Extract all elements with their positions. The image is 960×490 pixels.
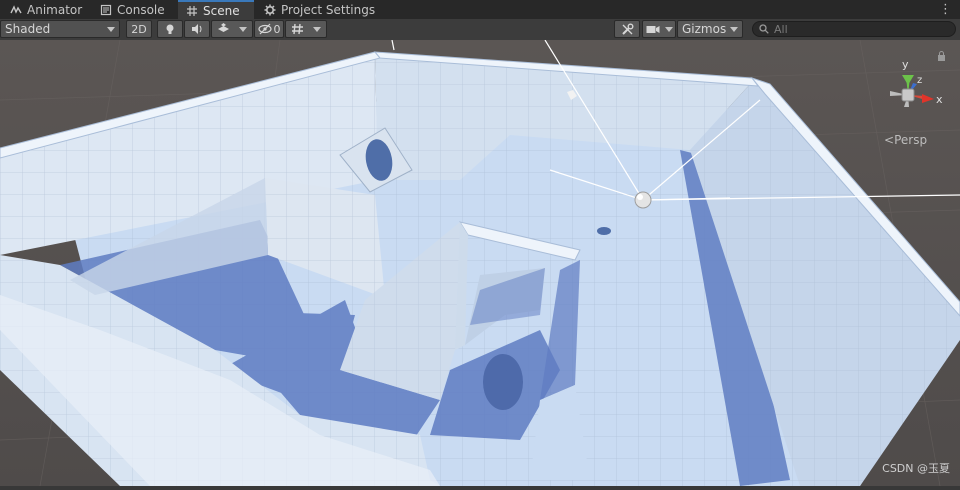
axis-x-label: x <box>936 93 943 106</box>
chevron-down-icon <box>239 26 248 32</box>
scene-toolbar: Shaded 2D 0 Gizmos <box>0 19 960 41</box>
tab-scene[interactable]: Scene <box>178 0 254 19</box>
effects-dropdown[interactable] <box>211 20 253 38</box>
camera-icon <box>646 25 659 33</box>
2d-toggle-button[interactable]: 2D <box>126 20 152 38</box>
speaker-icon <box>191 24 201 34</box>
shading-mode-dropdown[interactable]: Shaded <box>0 20 120 38</box>
scene-visibility-button[interactable]: 0 <box>254 20 284 38</box>
more-options-icon[interactable]: ⋮ <box>939 2 952 17</box>
2d-label: 2D <box>131 22 147 36</box>
tab-project-settings[interactable]: Project Settings <box>256 0 383 19</box>
gizmos-dropdown[interactable]: Gizmos <box>677 20 743 38</box>
tab-label: Project Settings <box>281 2 376 17</box>
grid-toggle-dropdown[interactable] <box>285 20 327 38</box>
persp-label: Persp <box>894 133 928 147</box>
tab-console[interactable]: Console <box>92 0 173 19</box>
search-icon <box>759 24 769 34</box>
camera-settings-dropdown[interactable] <box>642 20 676 38</box>
animator-icon <box>10 4 22 16</box>
hidden-count: 0 <box>273 22 281 36</box>
projection-mode-toggle[interactable]: <Persp <box>884 133 927 147</box>
chevron-down-icon <box>313 26 322 32</box>
tab-bar: Animator Console Scene Project Settings … <box>0 0 960 20</box>
grid-hash-icon <box>291 23 303 35</box>
lighting-toggle-button[interactable] <box>157 20 183 38</box>
shading-mode-label: Shaded <box>5 22 51 36</box>
gear-icon <box>264 4 276 16</box>
layers-effects-icon <box>217 23 229 32</box>
hidden-eye-icon <box>257 23 272 35</box>
search-input[interactable] <box>774 22 944 36</box>
tab-animator[interactable]: Animator <box>2 0 90 19</box>
scene-render: y z x <box>0 39 960 487</box>
scene-viewport[interactable]: y z x <Persp CSDN @玉夏 <box>0 39 960 487</box>
tab-label: Scene <box>203 3 240 18</box>
console-icon <box>100 4 112 16</box>
chevron-down-icon <box>730 26 738 32</box>
tab-label: Animator <box>27 2 83 17</box>
scene-grid-icon <box>186 5 198 17</box>
watermark-text: CSDN @玉夏 <box>882 462 950 475</box>
chevron-down-icon <box>664 26 673 32</box>
chevron-down-icon <box>107 26 115 32</box>
projection-chevron-icon: < <box>884 133 895 147</box>
scene-search[interactable] <box>752 21 956 37</box>
tools-toggle-button[interactable] <box>614 20 640 38</box>
audio-toggle-button[interactable] <box>184 20 210 38</box>
point-light-gizmo[interactable] <box>634 191 652 209</box>
gizmos-label: Gizmos <box>682 22 727 36</box>
axis-y-label: y <box>902 58 909 71</box>
tab-label: Console <box>117 2 165 17</box>
wrench-tools-icon <box>621 23 633 35</box>
axis-z-label: z <box>917 75 922 86</box>
lightbulb-icon <box>166 24 174 34</box>
